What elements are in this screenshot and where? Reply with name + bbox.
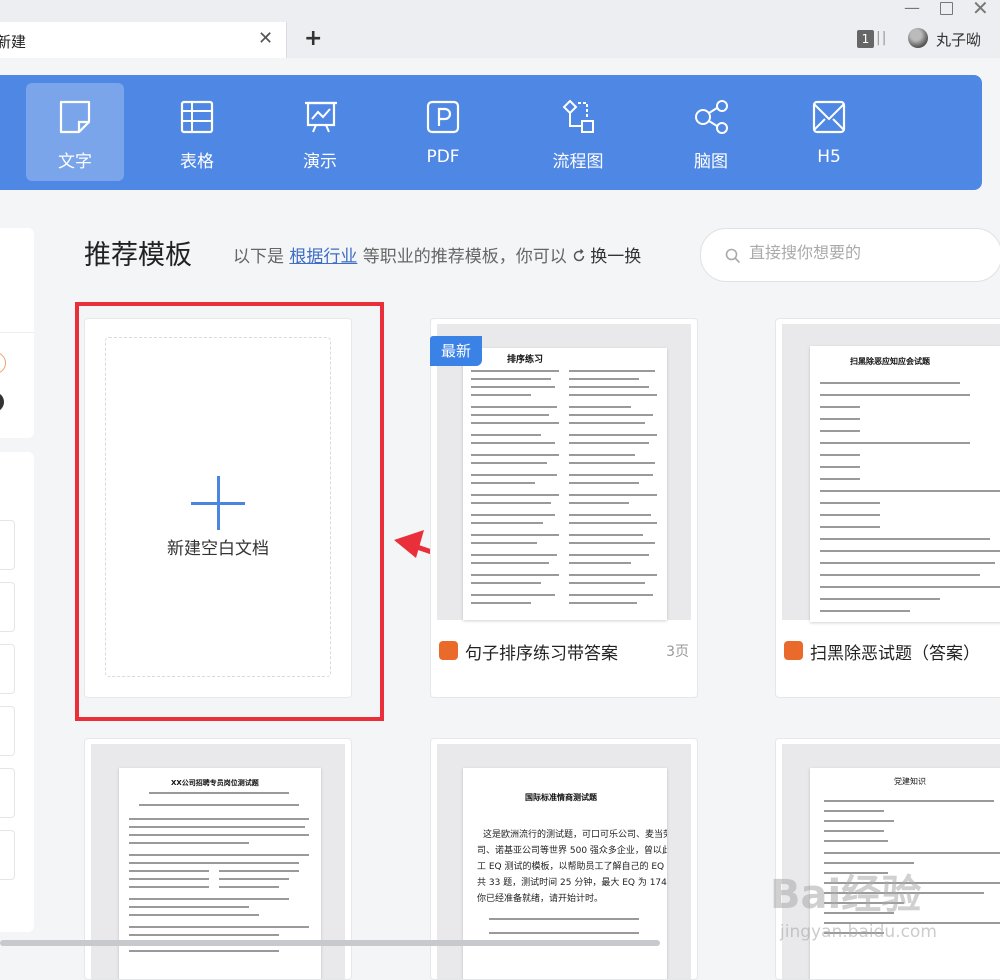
baidu-watermark-url: jingyan.baidu.com (780, 922, 937, 942)
ribbon-item-spreadsheet[interactable]: 表格 (148, 83, 246, 181)
page-text-line: 司、诺基亚公司等世界 500 强众多企业，曾以此作为员 (477, 846, 667, 856)
baidu-watermark: Bai经验 (770, 872, 922, 918)
template-page-count: 3页 (666, 644, 689, 660)
refresh-label: 换一换 (590, 247, 642, 267)
tab-close-icon[interactable]: ✕ (258, 28, 273, 49)
template-page-preview: 排序练习 (463, 348, 667, 620)
refresh-icon (573, 248, 585, 262)
template-thumbnail: 扫黑除恶应知应会试题 (782, 324, 1000, 622)
template-footer: 扫黑除恶试题（答案） (776, 631, 1000, 671)
template-page-preview: XX公司招聘专员岗位测试题 (119, 768, 321, 979)
pdf-icon (426, 100, 460, 134)
ribbon-item-label: 表格 (180, 152, 214, 172)
title-bar: 新建 ✕ + — ✕ 1 || 丸子呦 (0, 0, 1000, 58)
category-item[interactable] (0, 520, 15, 570)
presentation-icon (305, 101, 337, 133)
search-input[interactable] (749, 243, 979, 262)
h5-icon (812, 100, 846, 134)
ribbon-item-mindmap[interactable]: 脑图 (662, 83, 760, 181)
page-text-line: 工 EQ 测试的模板，以帮助员工了解自己的 EQ 状况。 (477, 862, 667, 872)
document-icon (59, 100, 91, 134)
category-item[interactable] (0, 830, 15, 880)
category-item[interactable] (0, 644, 15, 694)
ribbon-item-label: 演示 (303, 152, 337, 172)
ribbon-item-document[interactable]: 文字 (26, 83, 124, 181)
new-tab-button[interactable]: + (304, 26, 322, 51)
template-thumbnail: 排序练习 (437, 324, 691, 620)
close-window-icon[interactable]: ✕ (972, 0, 989, 20)
option-circle-icon[interactable] (0, 352, 6, 374)
ribbon-item-label: H5 (817, 147, 841, 167)
page-title: 党建知识 (894, 777, 926, 786)
template-search-box[interactable] (700, 228, 1000, 282)
new-badge: 最新 (430, 336, 482, 366)
mindmap-icon (695, 100, 728, 134)
template-card[interactable]: 扫黑除恶应知应会试题 扫黑除恶试题（答案） (775, 318, 1000, 698)
search-icon (725, 248, 741, 264)
description-prefix: 以下是 (233, 247, 290, 267)
industry-link[interactable]: 根据行业 (289, 247, 357, 267)
category-item[interactable] (0, 706, 15, 756)
table-icon (180, 100, 214, 134)
wps-logo-icon (784, 641, 803, 660)
ribbon-item-flowchart[interactable]: 流程图 (529, 83, 627, 181)
template-page-preview: 国际标准情商测试题 这是欧洲流行的测试题，可口可乐公司、麦当劳公 司、诺基亚公司… (463, 768, 667, 979)
template-page-preview: 扫黑除恶应知应会试题 (810, 346, 1000, 622)
template-card[interactable]: 党建知识 (775, 738, 1000, 980)
left-category-panel (0, 452, 34, 932)
divider (0, 332, 34, 333)
template-card[interactable]: 排序练习 句子排序练习带答案 3页 (430, 318, 698, 698)
ribbon-item-label: 文字 (58, 152, 92, 172)
template-name[interactable]: 句子排序练习带答案 (465, 639, 618, 664)
option-circle-dark-icon[interactable] (0, 392, 4, 412)
page-title: XX公司招聘专员岗位测试题 (171, 779, 259, 787)
flowchart-icon (562, 99, 594, 133)
username[interactable]: 丸子呦 (936, 29, 981, 50)
avatar[interactable] (908, 28, 928, 48)
maximize-icon[interactable] (940, 2, 953, 15)
page-title: 扫黑除恶应知应会试题 (850, 357, 930, 366)
wps-logo-icon (439, 641, 458, 660)
category-item[interactable] (0, 582, 15, 632)
divider-bars-icon: || (876, 30, 888, 46)
template-name[interactable]: 扫黑除恶试题（答案） (810, 639, 980, 664)
highlight-box (75, 302, 384, 721)
page-title: 推荐模板 (84, 240, 192, 271)
recommend-description: 以下是 根据行业 等职业的推荐模板，你可以 换一换 (233, 242, 641, 267)
category-item[interactable] (0, 768, 15, 818)
tab-new[interactable]: 新建 ✕ (0, 22, 287, 58)
horizontal-scrollbar[interactable] (0, 940, 660, 946)
page-title: 排序练习 (507, 355, 544, 365)
refresh-button[interactable]: 换一换 (572, 247, 641, 267)
description-middle: 等职业的推荐模板，你可以 (357, 247, 573, 267)
left-side-panel (0, 228, 34, 438)
ribbon-item-label: 脑图 (694, 152, 728, 172)
ribbon-item-presentation[interactable]: 演示 (271, 83, 369, 181)
page-text-line: 你已经准备就绪，请开始计时。 (477, 894, 604, 904)
page-title: 国际标准情商测试题 (525, 793, 597, 802)
ribbon-item-h5[interactable]: H5 (780, 83, 878, 181)
ribbon-item-label: 流程图 (552, 152, 604, 172)
notification-badge[interactable]: 1 (857, 30, 874, 48)
minimize-icon[interactable]: — (904, 0, 920, 17)
tab-title: 新建 (0, 33, 27, 51)
template-footer: 句子排序练习带答案 3页 (431, 631, 697, 671)
page-text-line: 这是欧洲流行的测试题，可口可乐公司、麦当劳公 (483, 830, 667, 840)
ribbon-item-label: PDF (426, 147, 460, 167)
page-text-line: 共 33 题，测试时间 25 分钟，最大 EQ 为 174 分。如果 (477, 878, 667, 888)
ribbon-item-pdf[interactable]: PDF (394, 83, 492, 181)
